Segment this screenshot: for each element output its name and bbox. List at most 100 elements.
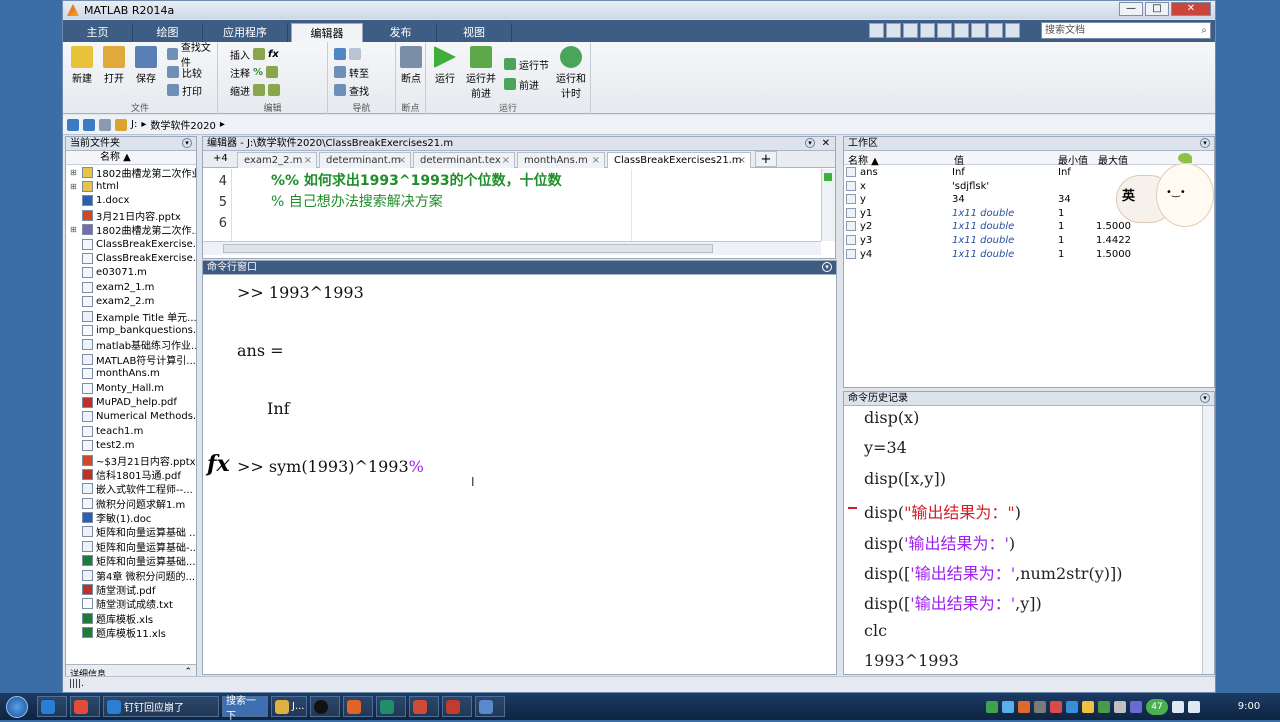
tray-icon[interactable] — [1018, 700, 1030, 713]
tab-count[interactable]: +4 — [213, 153, 228, 164]
file-item[interactable]: ⊞ 1802曲槽龙第二次作业 — [66, 165, 196, 179]
file-item[interactable]: 第4章 微积分问题的... — [66, 568, 196, 582]
tab-home[interactable]: 主页 — [63, 23, 133, 42]
file-item[interactable]: 题库模板.xls — [66, 611, 196, 626]
expand-icon[interactable]: ⊞ — [70, 168, 78, 177]
search-docs-input[interactable]: 搜索文档 ⌕ — [1041, 22, 1211, 39]
file-item[interactable]: exam2_2.m — [66, 295, 196, 309]
file-item[interactable]: 矩阵和向量运算基础 ... — [66, 525, 196, 539]
file-item[interactable]: test2.m — [66, 438, 196, 452]
find-button[interactable]: 查找 — [334, 82, 369, 98]
file-item[interactable]: MATLAB符号计算引... — [66, 352, 196, 366]
file-item[interactable]: Example Title 单元... — [66, 309, 196, 323]
function-browser-icon[interactable]: fx — [207, 451, 230, 477]
tab-editor[interactable]: 编辑器 — [291, 23, 363, 42]
file-item[interactable]: 3月21日内容.pptx — [66, 208, 196, 223]
expand-icon[interactable]: ⊞ — [70, 225, 78, 234]
history-entry[interactable]: disp([x,y]) — [864, 469, 946, 488]
file-item[interactable]: 信科1801马通.pdf — [66, 467, 196, 482]
hscroll-thumb[interactable] — [223, 244, 713, 253]
file-item[interactable]: ~$3月21日内容.pptx — [66, 453, 196, 467]
code-area[interactable]: 4%% 如何求出1993^1993的个位数，十位数 5% 自己想办法搜索解决方案… — [203, 169, 821, 241]
quick-paste-icon[interactable] — [920, 23, 935, 38]
history-entry[interactable]: y=34 — [864, 438, 907, 457]
run-and-advance-button[interactable]: 运行并 前进 — [464, 46, 498, 100]
maximize-button[interactable]: □ — [1145, 2, 1169, 16]
back-forward-buttons[interactable] — [334, 46, 361, 62]
close-button[interactable]: ✕ — [1171, 2, 1211, 16]
taskbar-folder[interactable]: J... — [271, 696, 307, 717]
file-item[interactable]: 1.docx — [66, 194, 196, 208]
file-item[interactable]: 微积分问题求解1.m — [66, 496, 196, 510]
col-name[interactable]: 名称 ▲ — [848, 152, 879, 167]
tray-icon[interactable] — [1114, 700, 1126, 713]
file-item[interactable]: exam2_1.m — [66, 280, 196, 294]
variable-row[interactable]: y4 1x11 double 1 1.5000 — [844, 248, 1214, 263]
command-window[interactable]: 命令行窗口 ▾ >> 1993^1993 ans = Inf fx >> sym(… — [202, 260, 837, 675]
find-files-button[interactable]: 查找文件 — [167, 43, 217, 69]
taskbar-ie[interactable] — [37, 696, 67, 717]
col-min[interactable]: 最小值 — [1058, 152, 1088, 167]
tray-icon[interactable] — [1034, 700, 1046, 713]
history-entry[interactable]: disp(['输出结果为：',y]) — [864, 590, 1042, 614]
file-item[interactable]: MuPAD_help.pdf — [66, 395, 196, 409]
taskbar-app5[interactable] — [475, 696, 505, 717]
history-scrollbar[interactable] — [1202, 406, 1214, 674]
new-tab-button[interactable]: + — [755, 151, 777, 167]
file-item[interactable]: ⊞ html — [66, 179, 196, 193]
file-item[interactable]: ClassBreakExercise... — [66, 251, 196, 265]
file-item[interactable]: monthAns.m — [66, 366, 196, 380]
tray-icon[interactable] — [986, 700, 998, 713]
file-item[interactable]: 嵌入式软件工程师--... — [66, 482, 196, 496]
file-item[interactable]: 随堂测试.pdf — [66, 582, 196, 597]
back-icon[interactable] — [67, 118, 79, 131]
indent-button[interactable]: 缩进 — [230, 82, 280, 98]
run-and-time-button[interactable]: 运行和 计时 — [554, 46, 588, 100]
quick-copy-icon[interactable] — [903, 23, 918, 38]
path-root[interactable]: J: — [131, 119, 137, 130]
minimize-button[interactable]: — — [1119, 2, 1143, 16]
run-section-button[interactable]: 运行节 — [504, 56, 549, 72]
help-icon[interactable] — [1005, 23, 1020, 38]
run-button[interactable]: 运行 — [430, 46, 460, 85]
taskbar-browser[interactable]: 钉钉回应崩了 — [103, 696, 219, 717]
taskbar-app4[interactable] — [442, 696, 472, 717]
cmd-prompt[interactable]: >> sym(1993)^1993% — [237, 457, 424, 476]
editor-hscrollbar[interactable] — [203, 241, 821, 255]
editor-close-icon[interactable]: ✕ — [822, 137, 830, 150]
file-item[interactable]: 矩阵和向量运算基础-... — [66, 539, 196, 554]
file-item[interactable]: imp_bankquestions... — [66, 323, 196, 337]
tray-icon[interactable] — [1050, 700, 1062, 713]
panel-menu-icon[interactable]: ▾ — [805, 138, 815, 148]
file-item[interactable]: Numerical Methods... — [66, 410, 196, 424]
percent-icon[interactable]: % — [253, 67, 263, 78]
tab-close-icon[interactable]: × — [592, 153, 600, 168]
tray-icon[interactable] — [1098, 700, 1110, 713]
tab-close-icon[interactable]: × — [502, 153, 510, 168]
editor-tab[interactable]: exam2_2.m × — [237, 152, 317, 168]
save-button[interactable]: 保存 — [131, 46, 161, 85]
editor-tab[interactable]: determinant.m × — [319, 152, 411, 168]
quick-save-icon[interactable] — [869, 23, 884, 38]
history-entry[interactable]: disp(x) — [864, 408, 919, 427]
quick-cut-icon[interactable] — [886, 23, 901, 38]
editor-tab[interactable]: determinant.tex × — [413, 152, 515, 168]
file-item[interactable]: 矩阵和向量运算基础... — [66, 554, 196, 568]
file-item[interactable]: 李敏(1).doc — [66, 510, 196, 525]
editor-vscrollbar[interactable] — [821, 169, 835, 241]
history-entry[interactable]: 1993^1993 — [864, 651, 959, 670]
editor-tab-active[interactable]: ClassBreakExercises21.m × — [607, 152, 751, 168]
network-icon[interactable] — [1172, 700, 1184, 713]
panel-menu-icon[interactable]: ▾ — [182, 138, 192, 148]
tray-icon[interactable] — [1002, 700, 1014, 713]
breakpoints-button[interactable]: 断点 — [396, 46, 426, 85]
tray-icon[interactable] — [1066, 700, 1078, 713]
expand-icon[interactable]: ⊞ — [70, 182, 78, 191]
history-entry[interactable]: disp("输出结果为：") — [848, 499, 1021, 523]
quick-undo-icon[interactable] — [937, 23, 952, 38]
taskbar-recorder[interactable] — [310, 696, 340, 717]
tray-icon[interactable] — [1130, 700, 1142, 713]
forward-icon[interactable] — [83, 118, 95, 131]
tab-close-icon[interactable]: × — [304, 153, 312, 168]
comment-button[interactable]: 注释% — [230, 64, 279, 80]
